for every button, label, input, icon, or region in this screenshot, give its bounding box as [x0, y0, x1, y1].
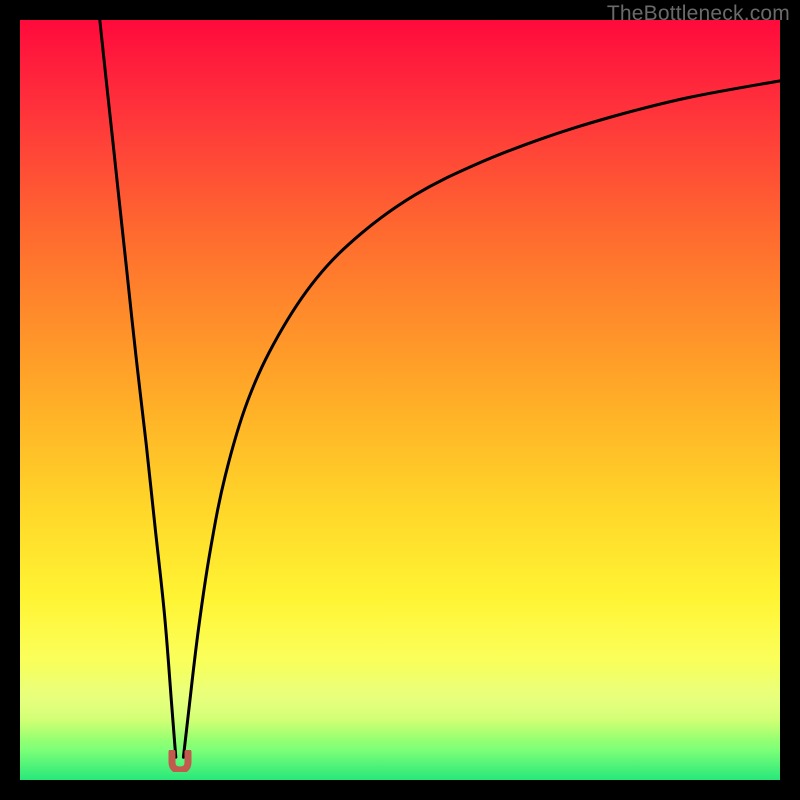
right-branch-curve	[183, 81, 780, 757]
plot-area	[20, 20, 780, 780]
chart-frame: TheBottleneck.com	[0, 0, 800, 800]
curve-layer	[20, 20, 780, 780]
left-branch-curve	[100, 20, 176, 757]
